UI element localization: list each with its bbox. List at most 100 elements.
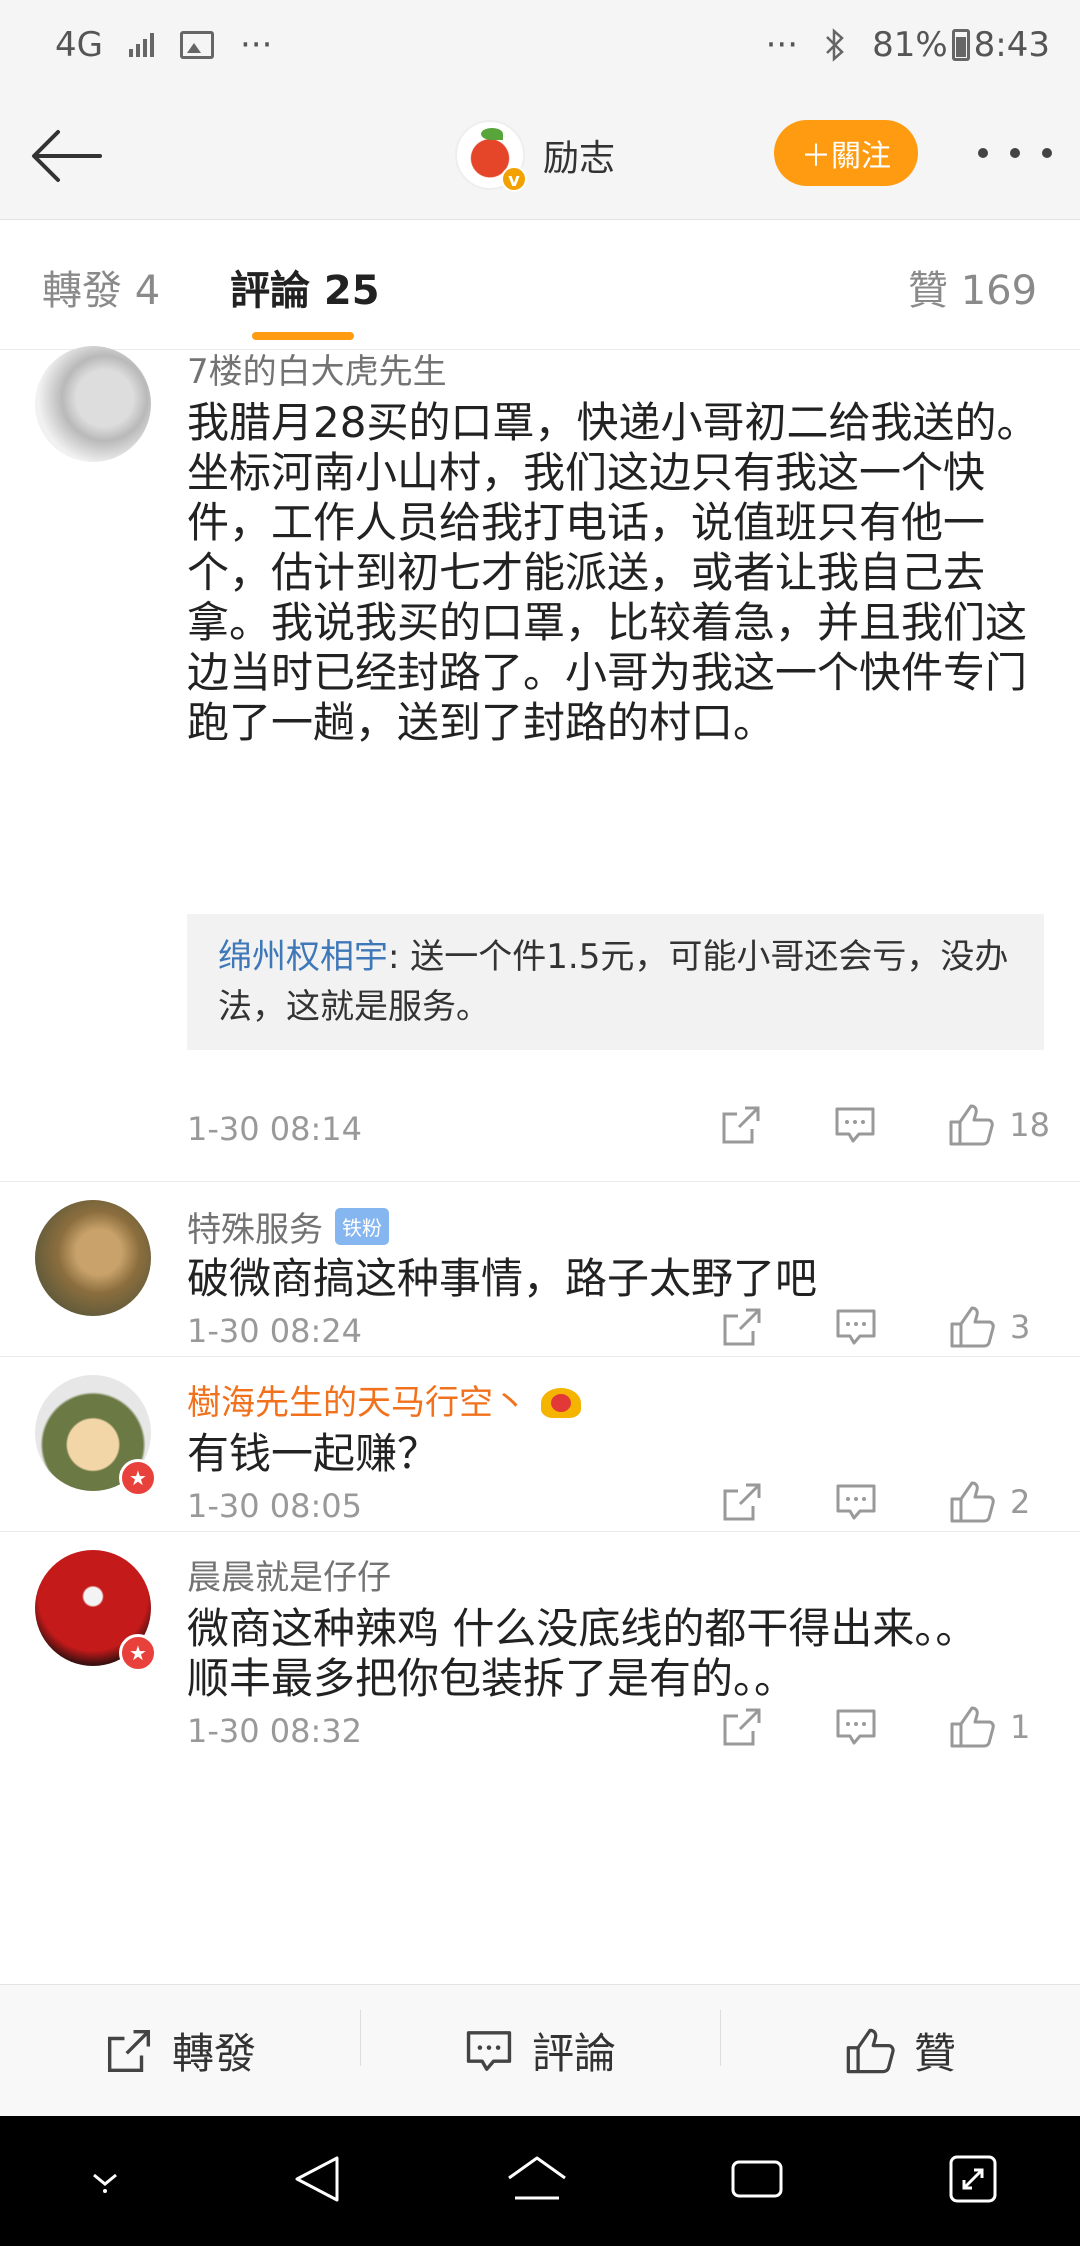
reply-username[interactable]: 绵州权相宇 xyxy=(218,937,388,977)
reply-button[interactable] xyxy=(834,1706,878,1748)
network-indicator: 4G xyxy=(55,25,103,65)
apple-leaf-icon xyxy=(481,128,503,140)
comment-item: ★ 樹海先生的天马行空丶 有钱一起赚？ 1-30 08:05 2 xyxy=(0,1357,1080,1532)
dot-icon xyxy=(1010,148,1020,158)
expand-icon xyxy=(949,2155,997,2203)
comment-icon xyxy=(835,1107,875,1143)
comment-username[interactable]: 樹海先生的天马行空丶 xyxy=(187,1375,527,1424)
image-notification-icon xyxy=(179,31,214,59)
expand-screen-button[interactable] xyxy=(946,2152,1000,2210)
share-icon xyxy=(107,2029,151,2072)
comment-item: 7楼的白大虎先生 我腊月28买的口罩，快递小哥初二给我送的。坐标河南小山村，我们… xyxy=(0,346,1080,1182)
comment-text: 破微商搞这种事情，路子太野了吧 xyxy=(187,1254,818,1303)
clock: 8:43 xyxy=(973,25,1050,65)
comment-text: 我腊月28买的口罩，快递小哥初二给我送的。坐标河南小山村，我们这边只有我这一个快… xyxy=(187,398,1039,747)
reply-button[interactable] xyxy=(833,1104,877,1146)
comment-timestamp: 1-30 08:24 xyxy=(187,1312,363,1350)
user-avatar[interactable] xyxy=(35,1200,151,1316)
share-button[interactable] xyxy=(720,1305,764,1349)
account-header[interactable]: v 励志 xyxy=(455,120,615,192)
more-options-button[interactable] xyxy=(978,128,1052,178)
comment-text: 微商这种辣鸡 什么没底线的都干得出来。。顺丰最多把你包装拆了是有的。。 xyxy=(187,1604,978,1703)
comment-actions: 1 xyxy=(720,1704,1050,1750)
thumbs-up-icon xyxy=(950,1706,995,1748)
comment-icon xyxy=(836,1309,876,1345)
tab-bar: 轉發 4 評論 25 贊 169 xyxy=(0,220,1080,350)
thumbs-up-icon xyxy=(950,1306,995,1348)
share-button[interactable] xyxy=(720,1480,764,1524)
thumbs-up-icon xyxy=(846,2028,895,2073)
repost-button[interactable]: 轉發 xyxy=(0,2020,360,2081)
comment-text: 有钱一起赚？ xyxy=(187,1429,440,1478)
comment-actions: 3 xyxy=(720,1304,1050,1350)
like-count: 2 xyxy=(1010,1483,1031,1521)
comment-username[interactable]: 7楼的白大虎先生 xyxy=(187,344,447,393)
comment-item: 特殊服务 铁粉 破微商搞这种事情，路子太野了吧 1-30 08:24 3 xyxy=(0,1182,1080,1357)
like-button[interactable]: 1 xyxy=(948,1704,1050,1750)
chevron-down-icon xyxy=(93,2173,118,2193)
comment-username[interactable]: 特殊服务 xyxy=(187,1202,323,1251)
more-notifications-indicator: ··· xyxy=(239,25,273,65)
reply-button[interactable] xyxy=(834,1306,878,1348)
like-label: 贊 xyxy=(913,2029,956,2078)
comment-actions: 2 xyxy=(720,1479,1050,1525)
like-button[interactable]: 3 xyxy=(948,1304,1050,1350)
status-bar: 4G ··· ··· 81% 8:43 xyxy=(0,0,1080,90)
comment-timestamp: 1-30 08:14 xyxy=(187,1110,363,1148)
verified-star-icon: ★ xyxy=(119,1459,157,1497)
tab-comments[interactable]: 評論 25 xyxy=(230,258,380,316)
comment-timestamp: 1-30 08:05 xyxy=(187,1487,363,1525)
tab-likes[interactable]: 贊 169 xyxy=(908,258,1037,316)
bottom-action-bar: 轉發 評論 贊 xyxy=(0,1984,1080,2116)
more-status-indicator: ··· xyxy=(765,25,799,65)
recents-nav-button[interactable] xyxy=(729,2156,785,2206)
system-navigation-bar xyxy=(0,2116,1080,2246)
back-nav-button[interactable] xyxy=(291,2152,345,2210)
share-button[interactable] xyxy=(720,1705,764,1749)
comment-reply-box[interactable]: 绵州权相宇: 送一个件1.5元，可能小哥还会亏，没办法，这就是服务。 xyxy=(187,914,1044,1050)
comment-timestamp: 1-30 08:32 xyxy=(187,1712,363,1750)
like-button[interactable]: 18 xyxy=(947,1102,1050,1148)
like-post-button[interactable]: 贊 xyxy=(720,2010,1080,2081)
like-count: 3 xyxy=(1010,1308,1031,1346)
comment-username-row: 特殊服务 铁粉 xyxy=(187,1202,389,1251)
top-nav-bar: v 励志 ＋關注 xyxy=(0,90,1080,220)
comment-actions: 18 xyxy=(719,1102,1050,1148)
bluetooth-icon xyxy=(826,28,844,62)
comment-button[interactable]: 評論 xyxy=(360,2010,720,2081)
like-count: 1 xyxy=(1010,1708,1031,1746)
like-button[interactable]: 2 xyxy=(948,1479,1050,1525)
account-avatar[interactable]: v xyxy=(455,120,527,192)
home-icon xyxy=(508,2156,566,2200)
tab-reposts[interactable]: 轉發 4 xyxy=(42,258,160,316)
user-avatar[interactable] xyxy=(35,346,151,462)
comment-icon xyxy=(836,1484,876,1520)
battery-icon xyxy=(951,29,970,61)
comment-icon xyxy=(836,1709,876,1745)
fan-badge: 铁粉 xyxy=(335,1208,389,1245)
reply-button[interactable] xyxy=(834,1481,878,1523)
hide-keyboard-button[interactable] xyxy=(80,2159,130,2203)
comment-item: ★ 晨晨就是仔仔 微商这种辣鸡 什么没底线的都干得出来。。顺丰最多把你包装拆了是… xyxy=(0,1532,1080,1752)
arrow-left-icon xyxy=(32,130,102,182)
share-button[interactable] xyxy=(719,1103,763,1147)
battery-percent: 81% xyxy=(872,25,948,65)
back-button[interactable] xyxy=(28,118,104,194)
signal-icon xyxy=(128,33,154,57)
account-name[interactable]: 励志 xyxy=(543,129,615,181)
comment-label: 評論 xyxy=(531,2029,616,2078)
comment-username[interactable]: 晨晨就是仔仔 xyxy=(187,1550,391,1599)
user-avatar-wrap: ★ xyxy=(35,1375,157,1497)
thumbs-up-icon xyxy=(949,1104,995,1146)
home-nav-button[interactable] xyxy=(505,2154,569,2208)
verified-star-icon: ★ xyxy=(119,1634,157,1672)
dot-icon xyxy=(978,148,988,158)
crown-icon xyxy=(539,1380,583,1420)
triangle-back-icon xyxy=(295,2156,339,2202)
follow-button[interactable]: ＋關注 xyxy=(774,120,918,186)
repost-label: 轉發 xyxy=(171,2029,256,2078)
thumbs-up-icon xyxy=(950,1481,995,1523)
comment-icon xyxy=(466,2030,512,2071)
share-icon xyxy=(723,1708,761,1746)
like-count: 18 xyxy=(1009,1106,1050,1144)
